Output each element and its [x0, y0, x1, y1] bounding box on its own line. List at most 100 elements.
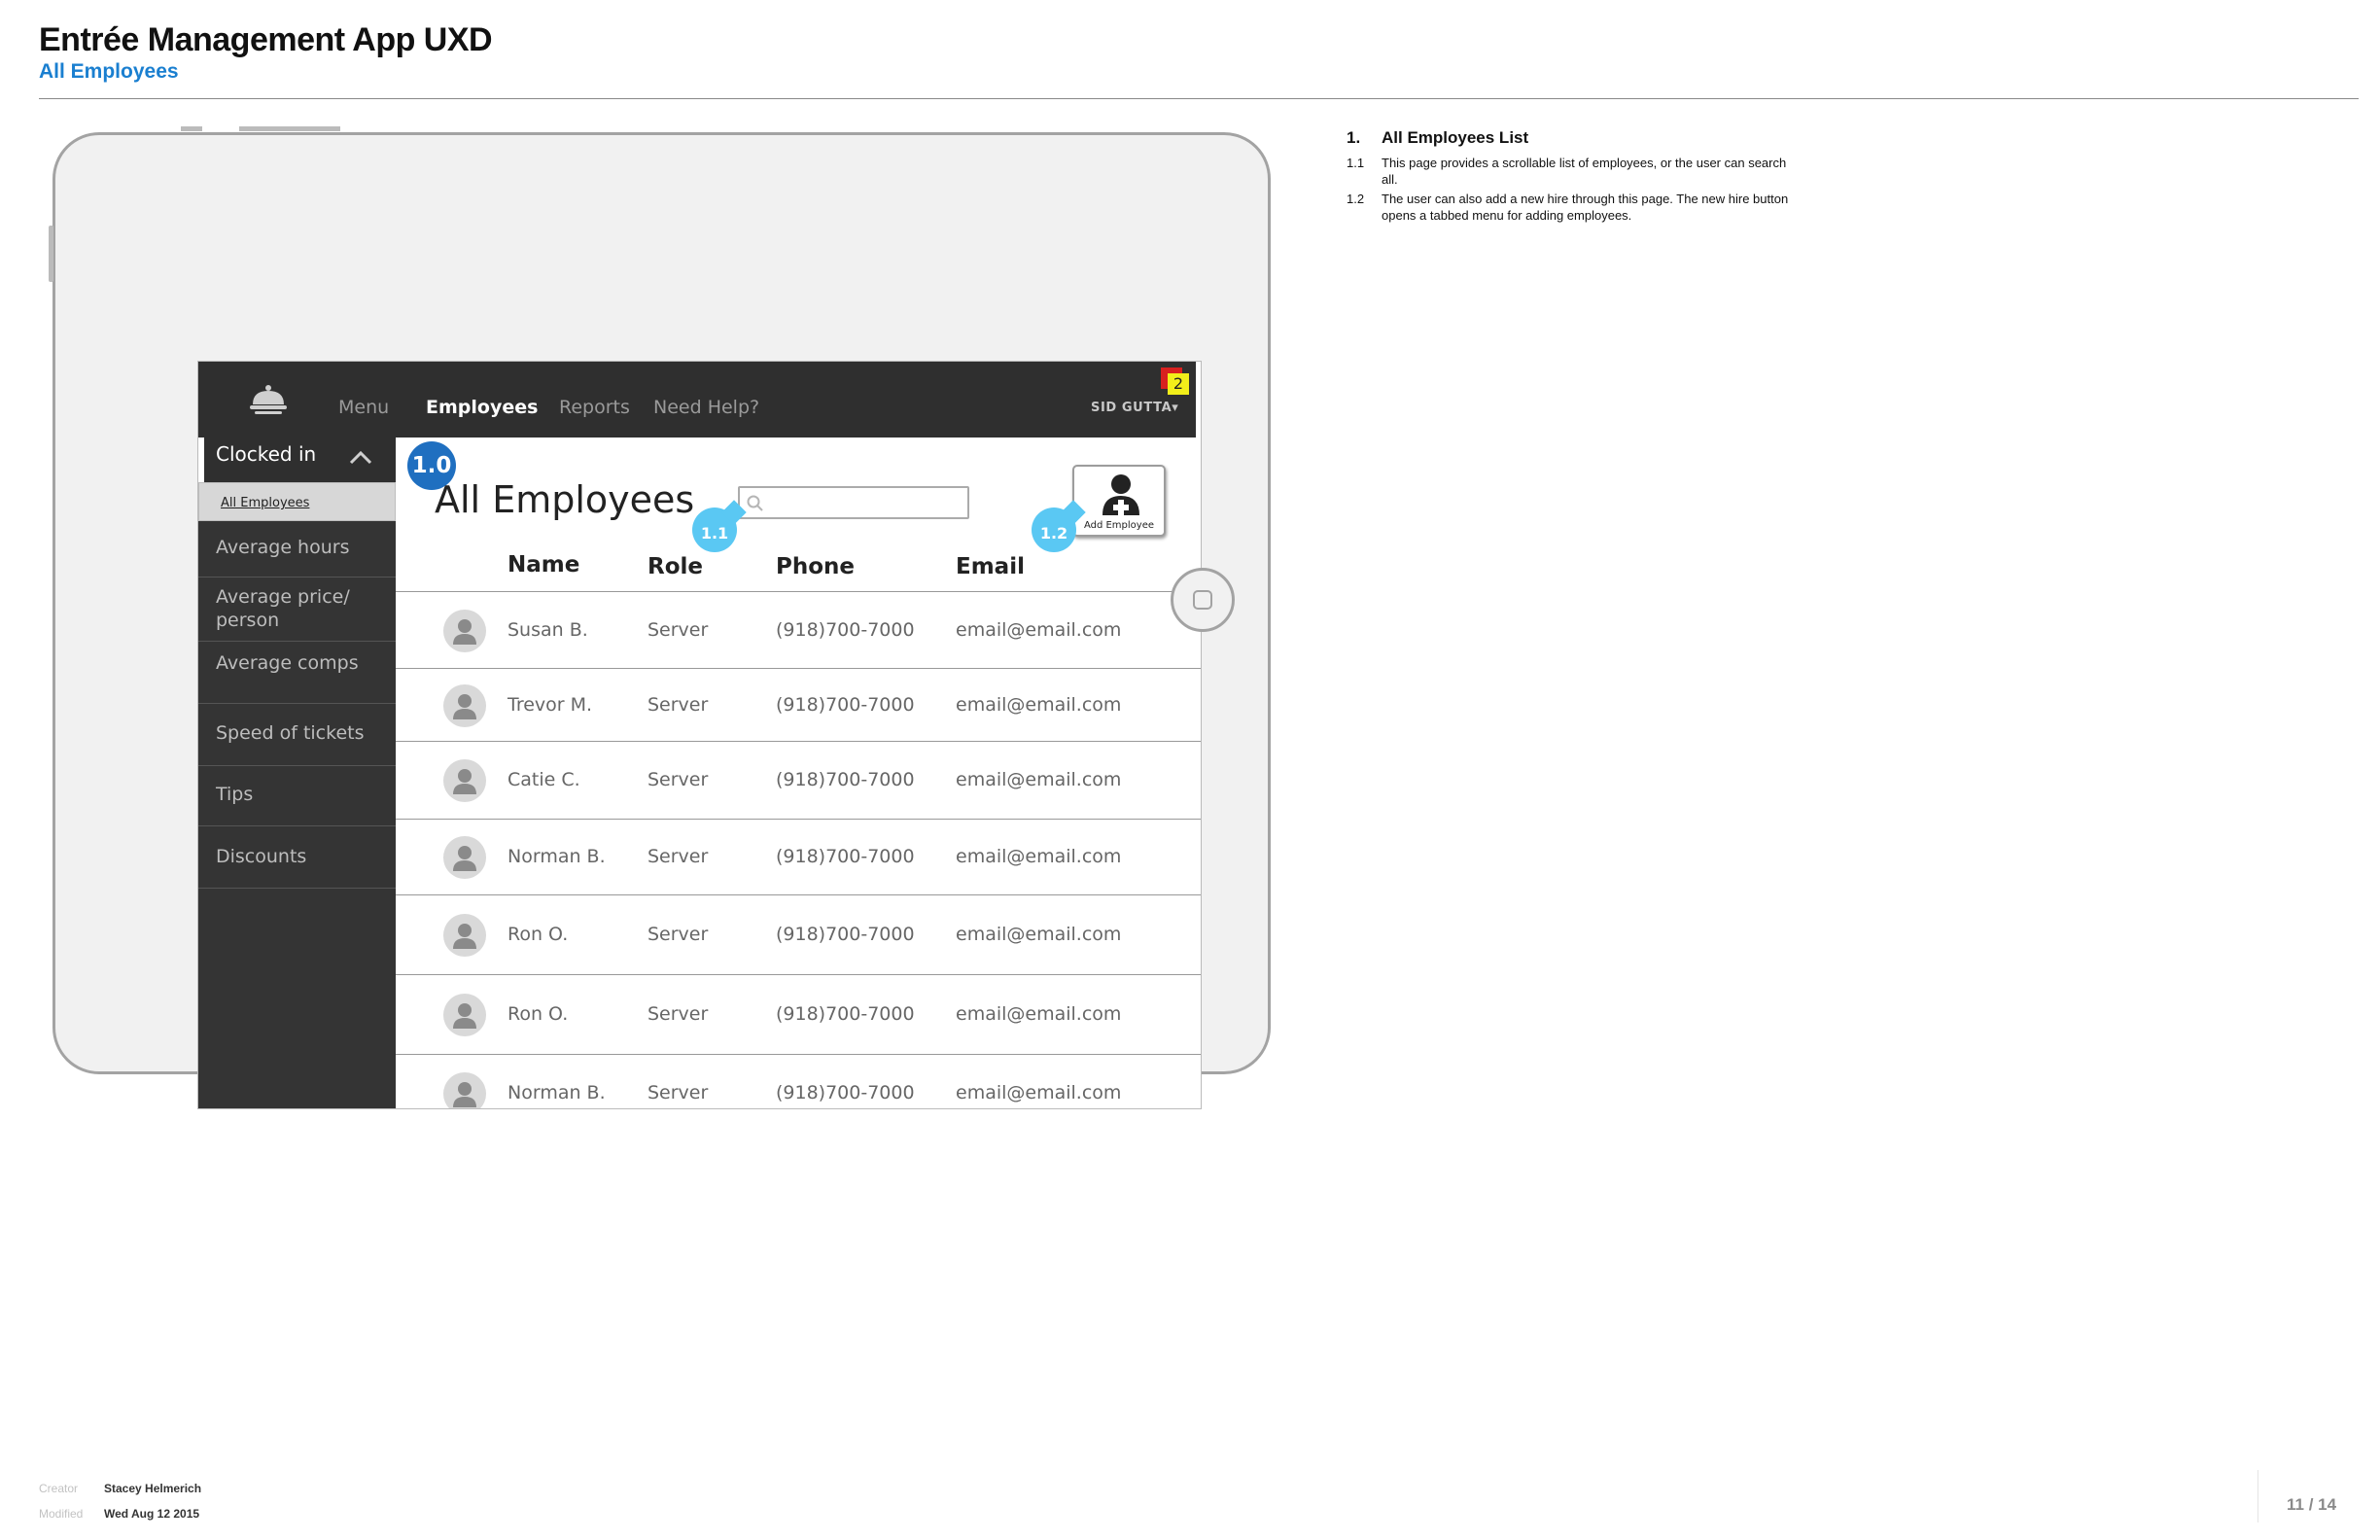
cell-role: Server: [648, 846, 709, 867]
add-employee-button[interactable]: Add Employee: [1072, 465, 1166, 537]
cell-name: Ron O.: [508, 1003, 569, 1025]
tablet-frame: Menu Employees Reports Need Help? SID GU…: [52, 132, 1271, 1109]
annotation-marker-1-1: 1.1: [692, 508, 737, 552]
cell-name: Susan B.: [508, 619, 588, 641]
table-row[interactable]: Trevor M. Server (918)700-7000 email@email.…: [396, 669, 1201, 742]
note-number: 1.2: [1347, 192, 1365, 206]
nav-reports[interactable]: Reports: [559, 397, 630, 418]
search-input[interactable]: [738, 486, 969, 519]
header-divider: [39, 98, 2359, 99]
sidebar-item-average-hours[interactable]: Average hours: [198, 521, 396, 578]
cell-email: email@email.com: [956, 846, 1122, 867]
nav-employees[interactable]: Employees: [426, 397, 538, 418]
user-name: SID GUTTA: [1091, 401, 1172, 415]
search-icon: [747, 495, 763, 511]
cell-role: Server: [648, 1082, 709, 1103]
note-text: The user can also add a new hire through…: [1382, 192, 1789, 223]
page-title: All Employees: [435, 478, 695, 521]
cell-role: Server: [648, 924, 709, 945]
avatar-icon: [443, 914, 486, 957]
column-header-email: Email: [956, 554, 1025, 579]
marker-label: 1.1: [700, 524, 729, 542]
app-screen: Menu Employees Reports Need Help? SID GU…: [197, 361, 1202, 1109]
footer-modified-label: Modified: [39, 1507, 84, 1521]
cell-email: email@email.com: [956, 769, 1122, 790]
cell-role: Server: [648, 694, 709, 716]
column-header-name: Name: [508, 552, 580, 578]
cell-name: Trevor M.: [508, 694, 593, 716]
note-text: This page provides a scrollable list of …: [1382, 156, 1787, 187]
table-row[interactable]: Catie C. Server (918)700-7000 email@email.c…: [396, 742, 1201, 820]
cell-phone: (918)700-7000: [776, 694, 915, 716]
cloche-logo-icon: [250, 385, 287, 414]
sidebar-item-average-comps[interactable]: Average comps: [198, 642, 396, 704]
notes-heading-text: All Employees List: [1382, 128, 1529, 147]
add-employee-label: Add Employee: [1083, 520, 1155, 531]
chevron-up-icon[interactable]: [348, 447, 373, 467]
sidebar-section-label: Clocked in: [216, 442, 317, 466]
table-row[interactable]: Susan B. Server (918)700-7000 email@email.c…: [396, 592, 1201, 669]
footer-creator: Stacey Helmerich: [104, 1482, 202, 1495]
cell-phone: (918)700-7000: [776, 924, 915, 945]
cell-name: Ron O.: [508, 924, 569, 945]
sidebar-item-label: All Employees: [221, 496, 310, 510]
cell-name: Norman B.: [508, 1082, 606, 1103]
nav-need-help[interactable]: Need Help?: [653, 397, 759, 418]
avatar-icon: [443, 610, 486, 652]
cell-role: Server: [648, 619, 709, 641]
sidebar-item-tips[interactable]: Tips: [198, 766, 396, 826]
avatar-icon: [443, 994, 486, 1036]
cell-phone: (918)700-7000: [776, 1082, 915, 1103]
document-title: Entrée Management App UXD: [39, 21, 493, 58]
cell-name: Catie C.: [508, 769, 580, 790]
marker-label: 1.2: [1039, 524, 1068, 542]
cell-email: email@email.com: [956, 619, 1122, 641]
sidebar-item-average-price[interactable]: Average price/ person: [198, 578, 396, 642]
sidebar-item-speed-of-tickets[interactable]: Speed of tickets: [198, 704, 396, 766]
cell-email: email@email.com: [956, 924, 1122, 945]
nav-menu[interactable]: Menu: [338, 397, 389, 418]
cell-phone: (918)700-7000: [776, 619, 915, 641]
user-menu[interactable]: SID GUTTA▾: [1091, 401, 1178, 415]
cell-email: email@email.com: [956, 1082, 1122, 1103]
avatar-icon: [443, 684, 486, 727]
caret-down-icon: ▾: [1172, 401, 1179, 415]
cell-email: email@email.com: [956, 694, 1122, 716]
note-number: 1.1: [1347, 156, 1365, 170]
table-row[interactable]: Norman B. Server (918)700-7000 email@email.…: [396, 1055, 1201, 1108]
footer-creator-label: Creator: [39, 1482, 79, 1495]
cell-phone: (918)700-7000: [776, 1003, 915, 1025]
add-user-icon: [1102, 474, 1139, 515]
device-side-button: [49, 226, 53, 282]
avatar-icon: [443, 836, 486, 879]
table-row[interactable]: Ron O. Server (918)700-7000 email@email.com: [396, 975, 1201, 1055]
document-subtitle: All Employees: [39, 60, 179, 83]
annotation-marker-1-2: 1.2: [1032, 508, 1076, 552]
device-top-button: [239, 126, 340, 131]
device-home-button: [1171, 568, 1235, 632]
cell-role: Server: [648, 1003, 709, 1025]
sidebar-item-all-employees[interactable]: All Employees: [198, 482, 396, 521]
cell-phone: (918)700-7000: [776, 846, 915, 867]
table-row[interactable]: Norman B. Server (918)700-7000 email@email.…: [396, 820, 1201, 895]
notes-heading-number: 1.: [1347, 128, 1361, 147]
cell-name: Norman B.: [508, 846, 606, 867]
wireframe-page: { "document": { "title": "Entrée Managem…: [0, 0, 2380, 1540]
cell-phone: (918)700-7000: [776, 769, 915, 790]
cell-email: email@email.com: [956, 1003, 1122, 1025]
device-top-button: [181, 126, 202, 131]
avatar-icon: [443, 759, 486, 802]
avatar-icon: [443, 1072, 486, 1108]
column-header-role: Role: [648, 554, 703, 579]
notes-heading: 1. All Employees List: [1347, 128, 1528, 148]
sidebar-section-clocked-in[interactable]: Clocked in: [198, 438, 396, 482]
table-row[interactable]: Ron O. Server (918)700-7000 email@email.com: [396, 895, 1201, 975]
sidebar: Clocked in All Employees Average hours A…: [198, 438, 396, 1108]
cell-role: Server: [648, 769, 709, 790]
sidebar-item-discounts[interactable]: Discounts: [198, 826, 396, 889]
column-header-phone: Phone: [776, 554, 856, 579]
footer-modified: Wed Aug 12 2015: [104, 1507, 200, 1521]
notification-badge[interactable]: 2: [1168, 373, 1189, 395]
home-button-glyph: [1193, 590, 1212, 610]
page-number: 11 / 14: [2287, 1495, 2337, 1514]
